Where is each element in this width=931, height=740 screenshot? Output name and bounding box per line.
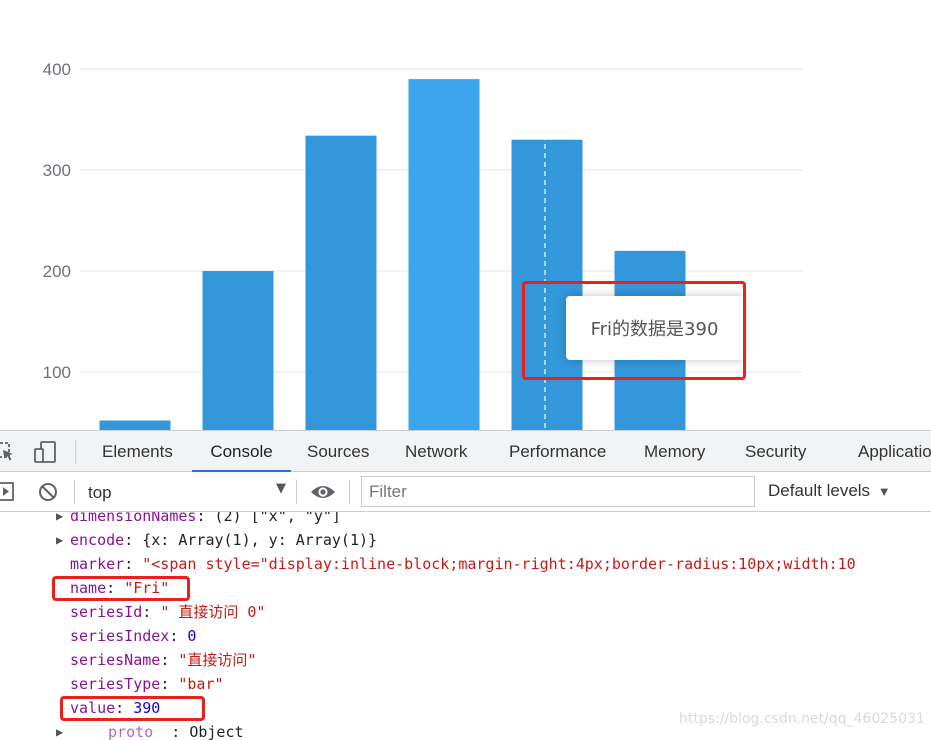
bar-wed[interactable]	[202, 271, 274, 430]
expand-triangle-icon[interactable]: ▶	[56, 720, 63, 740]
tab-sources[interactable]: Sources	[307, 431, 369, 472]
property-key: dimensionNames	[70, 512, 197, 525]
property-key: seriesName	[70, 651, 161, 669]
context-selector[interactable]: top ▼	[82, 478, 292, 506]
property-value: "Fri"	[124, 579, 170, 597]
log-levels-dropdown[interactable]: Default levels ▼	[768, 481, 891, 501]
y-tick-label: 200	[43, 262, 71, 281]
console-output: ▶ dimensionNames: (2) ["x", "y"] ▶ encod…	[0, 512, 931, 740]
property-key: encode	[70, 531, 125, 549]
bar-chart: 100 200 300 400 Fri的数据是390	[0, 0, 931, 430]
tab-memory[interactable]: Memory	[644, 431, 705, 472]
chart-tooltip: Fri的数据是390	[566, 296, 743, 360]
console-line-name: name: "Fri"	[70, 579, 170, 597]
tab-console-label: Console	[210, 442, 273, 461]
property-key: __proto__	[90, 723, 172, 740]
inspect-element-icon[interactable]	[0, 440, 16, 464]
property-value: 390	[133, 699, 161, 717]
tab-security[interactable]: Security	[745, 431, 806, 472]
property-key: name	[70, 579, 107, 597]
bar-thu[interactable]	[305, 135, 377, 430]
bar-sat[interactable]	[511, 139, 583, 430]
console-line-series-index: seriesIndex: 0	[70, 627, 197, 645]
tab-console[interactable]: Console	[192, 431, 291, 472]
tooltip-text: Fri的数据是390	[590, 319, 719, 340]
tab-elements[interactable]: Elements	[102, 431, 173, 472]
filter-input[interactable]	[361, 476, 755, 507]
property-value: "bar"	[178, 675, 224, 693]
tab-network[interactable]: Network	[405, 431, 467, 472]
console-line-value: value: 390	[70, 699, 161, 717]
dropdown-caret-icon: ▼	[276, 481, 286, 496]
console-line-encode[interactable]: ▶ encode: {x: Array(1), y: Array(1)}	[56, 528, 377, 552]
bar-fri[interactable]	[408, 79, 480, 430]
property-key: seriesIndex	[70, 627, 170, 645]
property-value: "<span style="display:inline-block;margi…	[142, 555, 856, 573]
y-tick-label: 400	[43, 60, 71, 79]
expand-triangle-icon[interactable]: ▶	[56, 512, 63, 528]
console-line-dimension-names[interactable]: ▶ dimensionNames: (2) ["x", "y"]	[56, 512, 341, 528]
dropdown-caret-icon: ▼	[877, 484, 891, 499]
devtools-tab-bar: Elements Console Sources Network Perform…	[0, 430, 931, 472]
console-line-proto[interactable]: ▶ __proto__: Object	[56, 720, 244, 740]
property-value: Object	[189, 723, 244, 740]
watermark: https://blog.csdn.net/qq_46025031	[679, 711, 925, 727]
property-key: seriesType	[70, 675, 161, 693]
show-sidebar-icon[interactable]	[0, 482, 16, 502]
toolbar-divider	[296, 480, 297, 504]
clear-console-icon[interactable]	[37, 481, 59, 503]
expand-triangle-icon[interactable]: ▶	[56, 528, 63, 552]
console-line-series-name: seriesName: "直接访问"	[70, 651, 257, 669]
property-key: value	[70, 699, 116, 717]
console-line-series-id: seriesId: " 直接访问 0"	[70, 603, 266, 621]
y-tick-label: 100	[43, 363, 71, 382]
y-tick-label: 300	[43, 161, 71, 180]
property-key: marker	[70, 555, 125, 573]
console-line-marker: marker: "<span style="display:inline-blo…	[70, 555, 856, 573]
property-value: {x: Array(1), y: Array(1)}	[142, 531, 378, 549]
log-levels-label: Default levels	[768, 481, 871, 500]
tab-performance[interactable]: Performance	[509, 431, 606, 472]
bar-tue[interactable]	[99, 420, 171, 430]
property-value: (2) ["x", "y"]	[214, 512, 341, 525]
console-line-series-type: seriesType: "bar"	[70, 675, 224, 693]
live-expression-eye-icon[interactable]	[310, 482, 336, 502]
property-value: 0	[187, 627, 197, 645]
tab-bar-divider	[75, 440, 76, 464]
property-value: "直接访问"	[178, 651, 257, 669]
device-toolbar-icon[interactable]	[32, 440, 58, 464]
chart-canvas: 100 200 300 400	[43, 60, 803, 430]
tab-application[interactable]: Applicatio	[858, 431, 931, 472]
toolbar-divider	[349, 480, 350, 504]
property-value: " 直接访问 0"	[160, 603, 266, 621]
console-toolbar: top ▼ Default levels ▼	[0, 472, 931, 512]
toolbar-divider	[74, 480, 75, 504]
context-value: top	[88, 483, 112, 502]
property-key: seriesId	[70, 603, 143, 621]
